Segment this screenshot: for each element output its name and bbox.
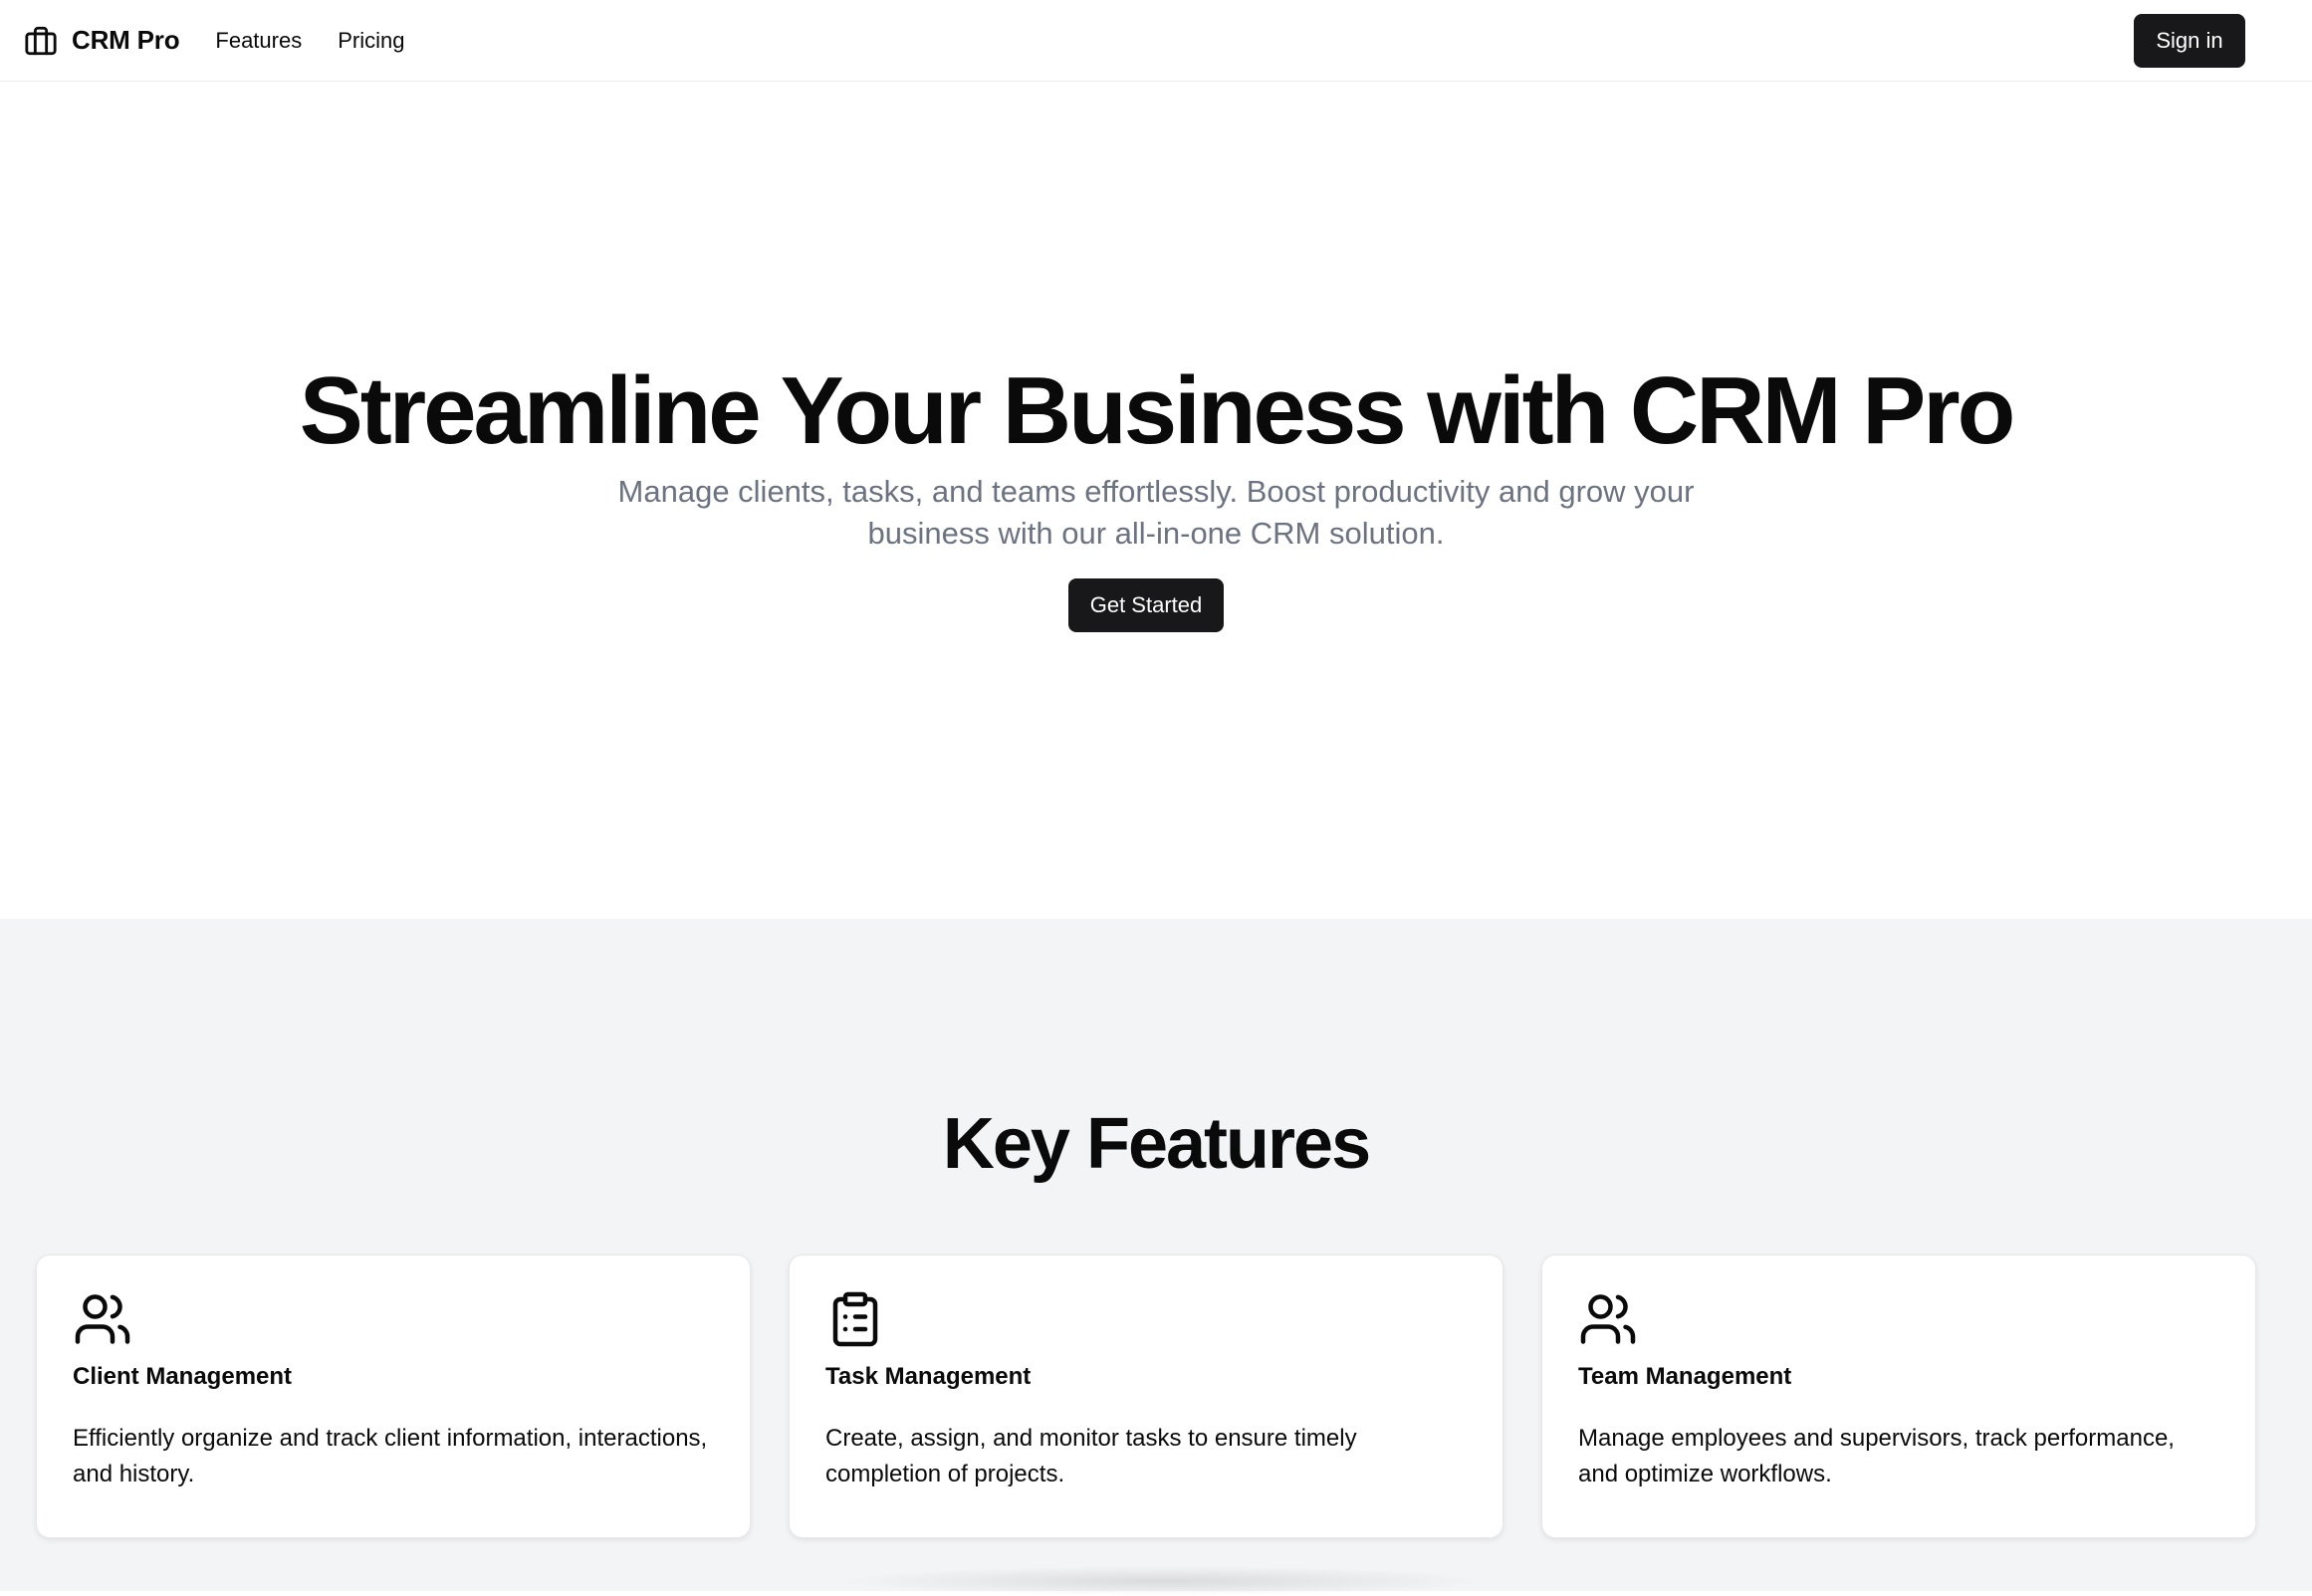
feature-card-title: Team Management <box>1578 1363 1792 1390</box>
feature-card-description: Manage employees and supervisors, track … <box>1578 1425 2175 1487</box>
nav-link-pricing[interactable]: Pricing <box>338 28 404 54</box>
brand-name: CRM Pro <box>72 25 180 55</box>
feature-card-team-management: Team Management Manage employees and sup… <box>1541 1254 2256 1538</box>
clipboard-list-icon <box>825 1289 885 1349</box>
feature-card-title: Task Management <box>825 1363 1032 1390</box>
feature-card-description: Create, assign, and monitor tasks to ens… <box>825 1425 1357 1487</box>
top-navbar: CRM Pro Features Pricing Sign in <box>0 0 2312 82</box>
feature-card-title: Client Management <box>73 1363 293 1390</box>
briefcase-icon <box>24 24 58 58</box>
users-icon <box>1578 1289 1638 1349</box>
feature-card-client-management: Client Management Efficiently organize a… <box>36 1254 751 1538</box>
users-icon <box>73 1289 132 1349</box>
sign-in-button[interactable]: Sign in <box>2134 13 2245 68</box>
hero-subtitle: Manage clients, tasks, and teams effortl… <box>617 474 1695 551</box>
brand[interactable]: CRM Pro <box>24 24 180 58</box>
features-section: Key Features Client Management Efficient… <box>0 919 2312 1596</box>
nav-link-features[interactable]: Features <box>215 28 302 54</box>
feature-card-description: Efficiently organize and track client in… <box>73 1425 708 1487</box>
section-bottom-shadow <box>836 1566 1494 1596</box>
get-started-button[interactable]: Get Started <box>1068 578 1224 632</box>
features-title: Key Features <box>942 1104 1371 1184</box>
hero-section: Streamline Your Business with CRM Pro Ma… <box>0 83 2312 919</box>
nav-links: Features Pricing <box>215 28 404 54</box>
hero-title: Streamline Your Business with CRM Pro <box>299 357 2016 464</box>
feature-card-task-management: Task Management Create, assign, and moni… <box>789 1254 1503 1538</box>
